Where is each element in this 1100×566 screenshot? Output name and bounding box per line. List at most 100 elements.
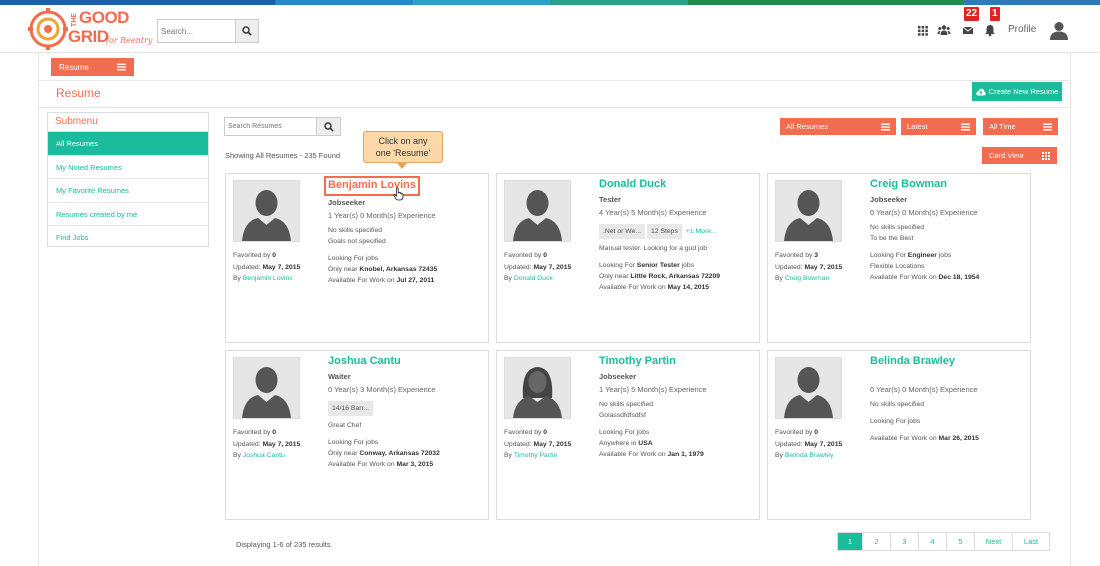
available-label: Available For Work on (870, 435, 937, 442)
looking-for-text: Looking For jobs (328, 255, 379, 262)
submenu-item-noted-resumes[interactable]: My Noted Resumes (48, 156, 208, 179)
author-link[interactable]: Timothy Partin (514, 452, 558, 459)
by-label: By (504, 452, 512, 459)
resume-nav-tab[interactable]: Resume (51, 58, 134, 76)
available-date: Jan 1, 1979 (667, 451, 704, 458)
resume-card[interactable]: Favorited by 0 Updated: May 7, 2015 By B… (767, 350, 1031, 520)
mail-badge: 22 (964, 7, 980, 21)
page-5-button[interactable]: 5 (947, 533, 975, 550)
results-summary: Displaying 1-6 of 235 results (236, 540, 331, 549)
create-new-resume-label: Create New Resume (988, 87, 1059, 96)
candidate-name-link[interactable]: Benjamin Lovins (324, 176, 421, 196)
resume-card[interactable]: Favorited by 0 Updated: May 7, 2015 By T… (496, 350, 760, 520)
resume-card[interactable]: Favorited by 0 Updated: May 7, 2015 By J… (225, 350, 489, 520)
more-skills-link[interactable]: +1 More... (686, 228, 717, 235)
profile-link[interactable]: Profile (1008, 24, 1036, 35)
female-silhouette-icon (505, 358, 570, 418)
by-label: By (233, 275, 241, 282)
tutorial-callout: Click on any one 'Resume' (363, 131, 443, 169)
page-3-button[interactable]: 3 (891, 533, 919, 550)
looking-for-suffix: jobs (938, 252, 952, 259)
updated-label: Updated: (775, 263, 803, 271)
looking-for-suffix: jobs (681, 262, 695, 269)
only-near-label: Only near (328, 266, 358, 273)
candidate-name-link[interactable]: Joshua Cantu (328, 354, 401, 370)
card-meta: Favorited by 0 Updated: May 7, 2015 By B… (233, 250, 300, 285)
layout-left-border (38, 52, 39, 566)
author-link[interactable]: Benjamin Lovins (243, 275, 293, 282)
goals-text: Goals not specified (328, 238, 386, 245)
bell-icon[interactable] (983, 23, 997, 37)
profile-photo[interactable] (504, 180, 571, 242)
candidate-role: Jobseeker (599, 372, 637, 381)
profile-photo[interactable] (775, 357, 842, 419)
submenu-item-created-by-me[interactable]: Resumes created by me (48, 203, 208, 226)
available-date: May 14, 2015 (667, 284, 710, 291)
goals-text: Manual tester. Looking for a gud job (599, 245, 708, 252)
author-link[interactable]: Donald Duck (514, 275, 553, 282)
apps-grid-icon[interactable] (916, 23, 930, 37)
filter-latest-dropdown[interactable]: Latest (901, 118, 976, 135)
divider (38, 107, 1070, 108)
mail-icon[interactable] (961, 23, 975, 37)
updated-date: May 7, 2015 (262, 440, 301, 448)
logo[interactable]: THE GOOD GRID for Reentry (28, 8, 153, 50)
author-link[interactable]: Belinda Brawley (785, 452, 834, 459)
user-avatar-icon[interactable] (1048, 19, 1070, 41)
search-icon (323, 121, 334, 132)
card-info: Belinda Brawley 0 Year(s) 0 Month(s) Exp… (870, 354, 1028, 444)
skills-text: No skills specified (599, 401, 654, 408)
next-page-button[interactable]: Next (975, 533, 1013, 550)
page-4-button[interactable]: 4 (919, 533, 947, 550)
skill-chip[interactable]: 14/16 Barr... (328, 401, 374, 416)
candidate-name-link[interactable]: Donald Duck (599, 177, 666, 193)
resume-card[interactable]: Favorited by 3 Updated: May 7, 2015 By C… (767, 173, 1031, 343)
card-view-toggle[interactable]: Card View (982, 147, 1057, 164)
resume-card[interactable]: Favorited by 0 Updated: May 7, 2015 By D… (496, 173, 760, 343)
filter-time-label: All Time (989, 122, 1016, 131)
profile-photo[interactable] (233, 180, 300, 242)
card-info: Timothy Partin Jobseeker 1 Year(s) 5 Mon… (599, 354, 757, 460)
profile-photo[interactable] (233, 357, 300, 419)
resume-search-button[interactable] (316, 118, 340, 135)
card-info: Donald Duck Tester 4 Year(s) 5 Month(s) … (599, 177, 757, 293)
only-near-label: Only near (328, 450, 358, 457)
profile-photo[interactable] (504, 357, 571, 419)
resume-search-input[interactable] (225, 118, 319, 135)
profile-photo[interactable] (775, 180, 842, 242)
filter-all-resumes-dropdown[interactable]: All Resumes (780, 118, 896, 135)
location-text: USA (638, 440, 653, 447)
location-text: Conway, Arkansas 72032 (359, 450, 440, 457)
updated-label: Updated: (233, 263, 261, 271)
submenu: Submenu All Resumes My Noted Resumes My … (47, 112, 209, 247)
header-search-input[interactable] (158, 20, 242, 42)
candidate-name-link[interactable]: Creig Bowman (870, 177, 947, 193)
header-search-button[interactable] (235, 20, 258, 42)
skill-chip[interactable]: .Net or We... (599, 224, 646, 239)
candidate-name-link[interactable]: Belinda Brawley (870, 354, 955, 370)
submenu-item-favorite-resumes[interactable]: My Favorite Resumes (48, 179, 208, 203)
looking-for-label: Looking For (870, 252, 906, 259)
resume-card[interactable]: Favorited by 0 Updated: May 7, 2015 By B… (225, 173, 489, 343)
updated-label: Updated: (775, 440, 803, 448)
author-link[interactable]: Creig Bowman (785, 275, 830, 282)
author-link[interactable]: Joshua Cantu (243, 452, 285, 459)
page-1-button[interactable]: 1 (838, 533, 863, 550)
submenu-item-all-resumes[interactable]: All Resumes (48, 132, 208, 156)
page-2-button[interactable]: 2 (863, 533, 891, 550)
candidate-role: Jobseeker (870, 195, 908, 204)
candidate-name-link[interactable]: Timothy Partin (599, 354, 676, 370)
submenu-item-find-jobs[interactable]: Find Jobs (48, 226, 208, 250)
callout-line-2: one 'Resume' (375, 148, 431, 158)
available-label: Available For Work on (599, 284, 666, 291)
resume-nav-label: Resume (59, 62, 89, 72)
card-meta: Favorited by 0 Updated: May 7, 2015 By D… (504, 250, 571, 285)
favorited-label: Favorited by (233, 252, 271, 259)
create-new-resume-button[interactable]: Create New Resume (972, 82, 1062, 101)
last-page-button[interactable]: Last (1013, 533, 1049, 550)
location-text: Flexible Locations (870, 263, 925, 270)
filter-time-dropdown[interactable]: All Time (983, 118, 1058, 135)
experience-text: 0 Year(s) 0 Month(s) Experience (870, 385, 978, 394)
skill-chip[interactable]: 12 Steps (647, 224, 682, 239)
users-icon[interactable] (937, 23, 951, 37)
